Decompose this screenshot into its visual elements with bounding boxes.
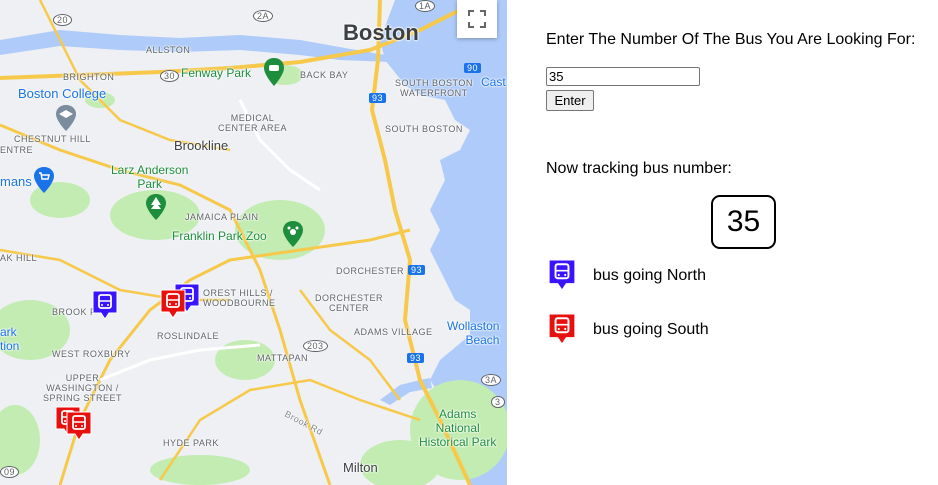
tracking-number-display: 35 [711, 195, 776, 249]
map-label-mattapan: MATTAPAN [257, 353, 308, 363]
map-label-hyde-park: HYDE PARK [163, 438, 219, 448]
bus-marker-north[interactable] [92, 290, 118, 320]
bus-number-prompt: Enter The Number Of The Bus You Are Look… [546, 31, 916, 48]
legend-label-north: bus going North [593, 267, 706, 284]
map-label-brookline: Brookline [174, 138, 229, 153]
route-shield-90: 90 [464, 63, 482, 73]
map-label-centre: ENTRE [0, 145, 34, 155]
map-label-brighton: BRIGHTON [63, 72, 115, 82]
map-label-dorchester-center: DORCHESTER CENTER [315, 293, 384, 313]
bus-icon [548, 259, 576, 292]
paw-icon[interactable] [282, 220, 304, 248]
bus-icon [92, 290, 118, 320]
tree-icon[interactable] [145, 193, 167, 221]
graduation-cap-icon[interactable] [55, 104, 77, 132]
route-shield-2a: 2A [253, 10, 274, 22]
map-label-oak-hill: AK HILL [0, 253, 38, 263]
map-label-adams-village: ADAMS VILLAGE [354, 327, 433, 337]
route-shield-3a: 3A [481, 374, 502, 386]
legend-label-south: bus going South [593, 321, 709, 338]
fullscreen-icon [468, 10, 486, 28]
map-label-south-boston: SOUTH BOSTON [385, 124, 463, 134]
map-label-wollaston-beach: Wollaston Beach [447, 319, 500, 347]
map-label-adams-nhp: Adams National Historical Park [419, 407, 497, 449]
tracking-label: Now tracking bus number: [546, 160, 732, 177]
map-label-larz-anderson: Larz Anderson Park [111, 163, 189, 191]
route-shield-93c: 93 [407, 353, 425, 363]
map-label-south-boston-waterfront: SOUTH BOSTON WATERFRONT [395, 78, 473, 98]
map-label-jamaica-plain: JAMAICA PLAIN [185, 212, 259, 222]
stadium-icon[interactable] [262, 57, 286, 87]
route-shield-93b: 93 [408, 265, 426, 275]
map-label-chestnut-hill: CHESTNUT HILL [14, 134, 91, 144]
map-label-dorchester: DORCHESTER [336, 266, 405, 276]
control-panel: Enter The Number Of The Bus You Are Look… [546, 0, 938, 485]
map-label-forest-hills: OREST HILLS / WOODBOURNE [203, 288, 276, 308]
map-label-castle: Cast [481, 75, 506, 89]
map-label-roslindale: ROSLINDALE [157, 331, 220, 341]
map-view[interactable]: Boston ALLSTON BRIGHTON Boston College F… [0, 0, 507, 485]
bus-number-input[interactable] [546, 67, 700, 86]
map-label-medical-center: MEDICAL CENTER AREA [218, 113, 288, 133]
tracking-number: 35 [726, 205, 761, 238]
route-shield-203: 203 [303, 340, 328, 352]
map-label-franklin-park-zoo: Franklin Park Zoo [172, 229, 267, 243]
route-shield-30: 30 [160, 70, 180, 82]
fullscreen-button[interactable] [457, 0, 497, 38]
route-shield-3: 3 [491, 396, 505, 408]
map-label-back-bay: BACK BAY [300, 70, 349, 80]
route-shield-09: 09 [0, 466, 20, 478]
route-shield-20: 20 [53, 14, 73, 26]
shopping-cart-icon[interactable] [33, 166, 55, 194]
bus-icon [548, 313, 576, 346]
map-label-brook-farm: BROOK F [52, 307, 97, 317]
bus-icon [66, 411, 92, 441]
map-label-west-roxbury: WEST ROXBURY [52, 349, 131, 359]
map-label-upper-washington: UPPER WASHINGTON / SPRING STREET [43, 373, 123, 403]
route-shield-93a: 93 [369, 93, 387, 103]
map-label-fenway-park: Fenway Park [181, 66, 252, 80]
bus-icon [160, 289, 186, 319]
bus-marker-south[interactable] [160, 289, 186, 319]
enter-button[interactable]: Enter [546, 90, 594, 111]
map-label-milton: Milton [343, 460, 378, 475]
map-label-park-stion: ark tion [0, 325, 20, 353]
map-label-mans: mans [0, 174, 32, 189]
map-label-boston: Boston [343, 20, 419, 45]
map-label-allston: ALLSTON [146, 45, 191, 55]
route-shield-1a: 1A [415, 0, 436, 12]
bus-marker-south[interactable] [66, 411, 92, 441]
map-label-boston-college: Boston College [18, 86, 107, 101]
